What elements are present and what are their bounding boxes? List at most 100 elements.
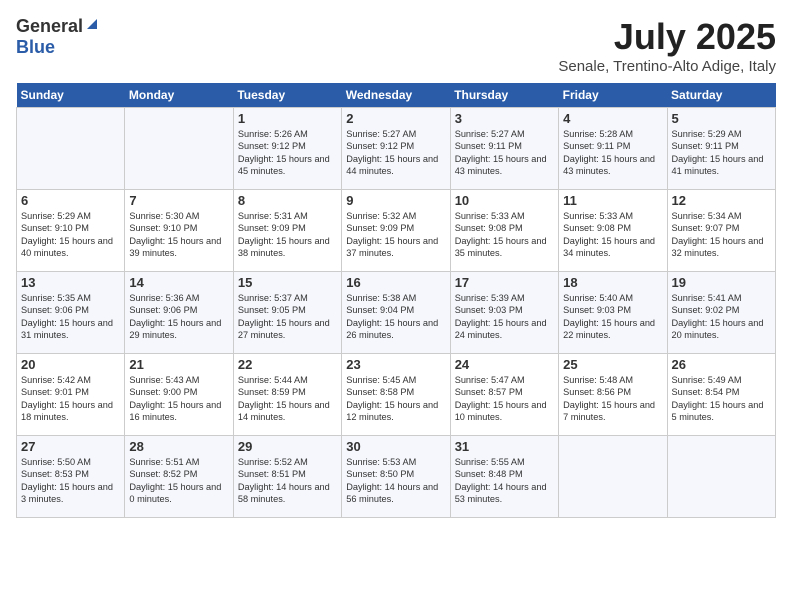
calendar-cell: 1Sunrise: 5:26 AM Sunset: 9:12 PM Daylig… (233, 108, 341, 190)
day-info: Sunrise: 5:32 AM Sunset: 9:09 PM Dayligh… (346, 210, 445, 260)
day-number: 23 (346, 357, 445, 372)
day-number: 22 (238, 357, 337, 372)
calendar-cell: 20Sunrise: 5:42 AM Sunset: 9:01 PM Dayli… (17, 354, 125, 436)
month-year: July 2025 (558, 16, 776, 58)
day-info: Sunrise: 5:52 AM Sunset: 8:51 PM Dayligh… (238, 456, 337, 506)
day-number: 7 (129, 193, 228, 208)
day-info: Sunrise: 5:45 AM Sunset: 8:58 PM Dayligh… (346, 374, 445, 424)
day-header-saturday: Saturday (667, 83, 775, 108)
calendar-week-5: 27 Sunrise: 5:50 AM Sunset: 8:53 PM Dayli… (17, 436, 776, 518)
calendar-cell: 9Sunrise: 5:32 AM Sunset: 9:09 PM Daylig… (342, 190, 450, 272)
day-header-thursday: Thursday (450, 83, 558, 108)
calendar-week-2: 6 Sunrise: 5:29 AM Sunset: 9:10 PM Daylig… (17, 190, 776, 272)
day-info: Sunrise: 5:27 AM Sunset: 9:11 PM Dayligh… (455, 128, 554, 178)
calendar-cell: 17Sunrise: 5:39 AM Sunset: 9:03 PM Dayli… (450, 272, 558, 354)
day-info: Sunrise: 5:29 AM Sunset: 9:10 PM Dayligh… (21, 210, 120, 260)
calendar-cell: 8 Sunrise: 5:31 AM Sunset: 9:09 PM Daylig… (233, 190, 341, 272)
day-number: 18 (563, 275, 662, 290)
day-number: 13 (21, 275, 120, 290)
calendar-cell (667, 436, 775, 518)
calendar-cell: 4Sunrise: 5:28 AM Sunset: 9:11 PM Daylig… (559, 108, 667, 190)
day-number: 10 (455, 193, 554, 208)
day-info: Sunrise: 5:49 AM Sunset: 8:54 PM Dayligh… (672, 374, 771, 424)
day-info: Sunrise: 5:35 AM Sunset: 9:06 PM Dayligh… (21, 292, 120, 342)
calendar-cell: 7 Sunrise: 5:30 AM Sunset: 9:10 PM Daylig… (125, 190, 233, 272)
calendar-week-4: 20Sunrise: 5:42 AM Sunset: 9:01 PM Dayli… (17, 354, 776, 436)
day-info: Sunrise: 5:38 AM Sunset: 9:04 PM Dayligh… (346, 292, 445, 342)
title-block: July 2025 Senale, Trentino-Alto Adige, I… (558, 16, 776, 75)
calendar-week-3: 13 Sunrise: 5:35 AM Sunset: 9:06 PM Dayli… (17, 272, 776, 354)
day-header-tuesday: Tuesday (233, 83, 341, 108)
day-header-friday: Friday (559, 83, 667, 108)
calendar-table: SundayMondayTuesdayWednesdayThursdayFrid… (16, 83, 776, 518)
calendar-cell: 26 Sunrise: 5:49 AM Sunset: 8:54 PM Dayli… (667, 354, 775, 436)
calendar-cell: 29Sunrise: 5:52 AM Sunset: 8:51 PM Dayli… (233, 436, 341, 518)
day-number: 5 (672, 111, 771, 126)
calendar-cell (125, 108, 233, 190)
day-info: Sunrise: 5:34 AM Sunset: 9:07 PM Dayligh… (672, 210, 771, 260)
day-number: 24 (455, 357, 554, 372)
day-number: 14 (129, 275, 228, 290)
calendar-cell: 28 Sunrise: 5:51 AM Sunset: 8:52 PM Dayli… (125, 436, 233, 518)
day-number: 6 (21, 193, 120, 208)
day-number: 1 (238, 111, 337, 126)
calendar-cell: 16 Sunrise: 5:38 AM Sunset: 9:04 PM Dayli… (342, 272, 450, 354)
day-info: Sunrise: 5:31 AM Sunset: 9:09 PM Dayligh… (238, 210, 337, 260)
day-number: 11 (563, 193, 662, 208)
calendar-cell: 30Sunrise: 5:53 AM Sunset: 8:50 PM Dayli… (342, 436, 450, 518)
day-info: Sunrise: 5:28 AM Sunset: 9:11 PM Dayligh… (563, 128, 662, 178)
day-number: 27 (21, 439, 120, 454)
day-info: Sunrise: 5:40 AM Sunset: 9:03 PM Dayligh… (563, 292, 662, 342)
calendar-cell: 24 Sunrise: 5:47 AM Sunset: 8:57 PM Dayli… (450, 354, 558, 436)
day-number: 21 (129, 357, 228, 372)
day-number: 30 (346, 439, 445, 454)
location: Senale, Trentino-Alto Adige, Italy (558, 58, 776, 75)
calendar-cell: 2Sunrise: 5:27 AM Sunset: 9:12 PM Daylig… (342, 108, 450, 190)
day-number: 25 (563, 357, 662, 372)
logo-blue-text: Blue (16, 37, 55, 57)
day-info: Sunrise: 5:27 AM Sunset: 9:12 PM Dayligh… (346, 128, 445, 178)
calendar-cell: 5Sunrise: 5:29 AM Sunset: 9:11 PM Daylig… (667, 108, 775, 190)
day-info: Sunrise: 5:33 AM Sunset: 9:08 PM Dayligh… (455, 210, 554, 260)
page-header: General Blue July 2025 Senale, Trentino-… (16, 16, 776, 75)
calendar-cell: 23 Sunrise: 5:45 AM Sunset: 8:58 PM Dayli… (342, 354, 450, 436)
day-info: Sunrise: 5:50 AM Sunset: 8:53 PM Dayligh… (21, 456, 120, 506)
day-number: 16 (346, 275, 445, 290)
calendar-header-row: SundayMondayTuesdayWednesdayThursdayFrid… (17, 83, 776, 108)
day-number: 20 (21, 357, 120, 372)
day-info: Sunrise: 5:30 AM Sunset: 9:10 PM Dayligh… (129, 210, 228, 260)
day-number: 12 (672, 193, 771, 208)
calendar-cell: 27 Sunrise: 5:50 AM Sunset: 8:53 PM Dayli… (17, 436, 125, 518)
day-header-wednesday: Wednesday (342, 83, 450, 108)
calendar-cell: 3 Sunrise: 5:27 AM Sunset: 9:11 PM Daylig… (450, 108, 558, 190)
day-info: Sunrise: 5:36 AM Sunset: 9:06 PM Dayligh… (129, 292, 228, 342)
logo-arrow-icon (85, 17, 99, 36)
day-info: Sunrise: 5:37 AM Sunset: 9:05 PM Dayligh… (238, 292, 337, 342)
calendar-cell: 6 Sunrise: 5:29 AM Sunset: 9:10 PM Daylig… (17, 190, 125, 272)
day-info: Sunrise: 5:39 AM Sunset: 9:03 PM Dayligh… (455, 292, 554, 342)
calendar-cell (17, 108, 125, 190)
day-number: 19 (672, 275, 771, 290)
day-number: 28 (129, 439, 228, 454)
day-info: Sunrise: 5:48 AM Sunset: 8:56 PM Dayligh… (563, 374, 662, 424)
calendar-cell: 12 Sunrise: 5:34 AM Sunset: 9:07 PM Dayli… (667, 190, 775, 272)
day-info: Sunrise: 5:47 AM Sunset: 8:57 PM Dayligh… (455, 374, 554, 424)
day-info: Sunrise: 5:43 AM Sunset: 9:00 PM Dayligh… (129, 374, 228, 424)
day-number: 8 (238, 193, 337, 208)
day-number: 26 (672, 357, 771, 372)
calendar-cell: 14 Sunrise: 5:36 AM Sunset: 9:06 PM Dayli… (125, 272, 233, 354)
calendar-cell: 18 Sunrise: 5:40 AM Sunset: 9:03 PM Dayli… (559, 272, 667, 354)
day-info: Sunrise: 5:41 AM Sunset: 9:02 PM Dayligh… (672, 292, 771, 342)
day-info: Sunrise: 5:51 AM Sunset: 8:52 PM Dayligh… (129, 456, 228, 506)
calendar-cell (559, 436, 667, 518)
calendar-cell: 10 Sunrise: 5:33 AM Sunset: 9:08 PM Dayli… (450, 190, 558, 272)
day-header-sunday: Sunday (17, 83, 125, 108)
day-info: Sunrise: 5:44 AM Sunset: 8:59 PM Dayligh… (238, 374, 337, 424)
calendar-cell: 19 Sunrise: 5:41 AM Sunset: 9:02 PM Dayli… (667, 272, 775, 354)
calendar-week-1: 1Sunrise: 5:26 AM Sunset: 9:12 PM Daylig… (17, 108, 776, 190)
day-number: 3 (455, 111, 554, 126)
logo-general-text: General (16, 16, 83, 37)
day-info: Sunrise: 5:33 AM Sunset: 9:08 PM Dayligh… (563, 210, 662, 260)
calendar-cell: 25 Sunrise: 5:48 AM Sunset: 8:56 PM Dayli… (559, 354, 667, 436)
day-number: 15 (238, 275, 337, 290)
